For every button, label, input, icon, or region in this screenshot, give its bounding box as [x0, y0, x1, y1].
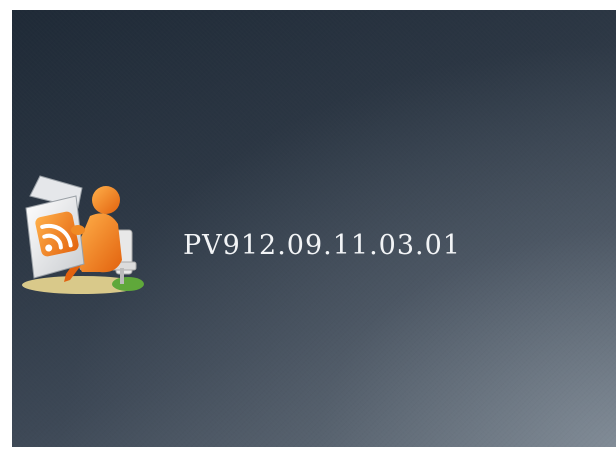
version-label: PV912.09.11.03.01: [183, 230, 461, 261]
splash-screen: PV912.09.11.03.01: [12, 10, 616, 447]
rss-reader-person-icon: [22, 175, 144, 294]
